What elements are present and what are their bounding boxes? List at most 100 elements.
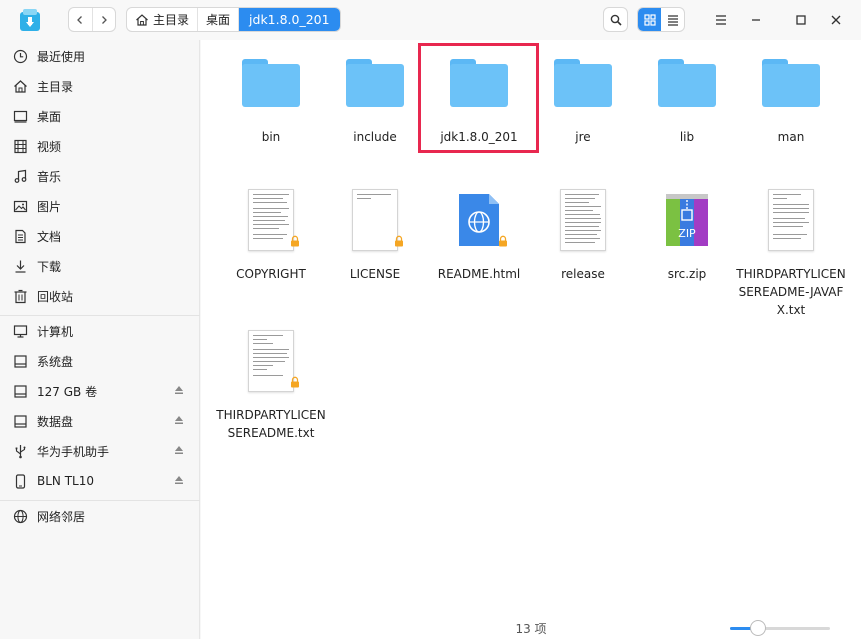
- sidebar-item-label: 主目录: [37, 79, 74, 94]
- file-name: bin: [261, 130, 281, 144]
- music-icon: [12, 168, 28, 184]
- folder-icon: [632, 48, 742, 118]
- search-button[interactable]: [603, 7, 628, 32]
- sidebar-item-label: 音乐: [37, 169, 62, 184]
- eject-icon[interactable]: [174, 385, 184, 395]
- lock-icon: [291, 376, 299, 388]
- html-document-icon: [424, 185, 534, 255]
- sidebar-item-label: 视频: [37, 139, 62, 154]
- disk-icon: [12, 353, 28, 369]
- disk-icon: [12, 383, 28, 399]
- computer-icon: [12, 323, 28, 339]
- sidebar-item-trash[interactable]: 回收站: [0, 281, 200, 311]
- home-icon: [12, 78, 28, 94]
- sidebar-item-recent[interactable]: 最近使用: [0, 41, 200, 71]
- sidebar-item-downloads[interactable]: 下载: [0, 251, 200, 281]
- folder-icon: [736, 48, 846, 118]
- sidebar-item-bln-tl10[interactable]: BLN TL10: [0, 466, 200, 496]
- sidebar-item-music[interactable]: 音乐: [0, 161, 200, 191]
- list-view-button[interactable]: [661, 8, 684, 31]
- file-name: release: [561, 267, 605, 281]
- list-icon: [667, 14, 678, 26]
- text-document-icon: [320, 185, 430, 255]
- close-icon: [831, 15, 841, 25]
- lock-icon: [499, 235, 507, 247]
- sidebar-item-label: 图片: [37, 199, 62, 214]
- eject-icon[interactable]: [174, 415, 184, 425]
- video-icon: [12, 138, 28, 154]
- home-icon: [136, 13, 148, 26]
- sidebar-item-home[interactable]: 主目录: [0, 71, 200, 101]
- sidebar-item-label: 最近使用: [37, 49, 86, 64]
- file-name: LICENSE: [349, 267, 401, 281]
- sidebar-item-127gb-volume[interactable]: 127 GB 卷: [0, 376, 200, 406]
- chevron-left-icon: [77, 15, 83, 24]
- zoom-slider[interactable]: [730, 620, 830, 636]
- eject-icon[interactable]: [174, 475, 184, 485]
- svg-text:ZIP: ZIP: [678, 227, 696, 240]
- sidebar-item-network[interactable]: 网络邻居: [0, 501, 200, 531]
- minimize-icon: [752, 19, 760, 21]
- clock-icon: [12, 48, 28, 64]
- hamburger-menu-icon: [716, 15, 726, 25]
- sidebar-item-system-disk[interactable]: 系统盘: [0, 346, 200, 376]
- download-icon: [12, 258, 28, 274]
- maximize-button[interactable]: [789, 8, 813, 32]
- breadcrumb-desktop[interactable]: 桌面: [197, 8, 238, 31]
- file-name: lib: [679, 130, 695, 144]
- phone-icon: [12, 473, 28, 489]
- close-button[interactable]: [824, 8, 848, 32]
- text-document-icon: [216, 185, 326, 255]
- file-name: include: [353, 130, 397, 144]
- sidebar-item-label: BLN TL10: [37, 474, 94, 488]
- sidebar-item-label: 桌面: [37, 109, 62, 124]
- minimize-button[interactable]: [744, 8, 768, 32]
- sidebar-item-label: 网络邻居: [37, 509, 86, 524]
- breadcrumb-label: jdk1.8.0_201: [249, 12, 330, 27]
- sidebar-item-label: 127 GB 卷: [37, 384, 98, 399]
- breadcrumb: 主目录 桌面 jdk1.8.0_201: [126, 7, 341, 32]
- file-name: THIRDPARTYLICENSEREADME-JAVAFX.txt: [736, 267, 846, 317]
- folder-icon: [320, 48, 430, 118]
- icon-view-button[interactable]: [638, 8, 661, 31]
- text-document-icon: [528, 185, 638, 255]
- sidebar-item-label: 回收站: [37, 289, 74, 304]
- lock-icon: [395, 235, 403, 247]
- document-icon: [12, 228, 28, 244]
- search-icon: [610, 14, 622, 26]
- picture-icon: [12, 198, 28, 214]
- sidebar-item-computer[interactable]: 计算机: [0, 316, 200, 346]
- sidebar-item-documents[interactable]: 文档: [0, 221, 200, 251]
- eject-icon[interactable]: [174, 445, 184, 455]
- text-document-icon: [216, 326, 326, 396]
- file-name: README.html: [437, 267, 521, 281]
- sidebar: 最近使用 主目录 桌面 视频 音乐 图片 文档 下载 回收站 计算机 系统盘 1…: [0, 40, 200, 639]
- forward-button[interactable]: [91, 8, 116, 31]
- file-name: man: [777, 130, 805, 144]
- folder-icon: [216, 48, 326, 118]
- sidebar-item-label: 华为手机助手: [37, 444, 110, 459]
- sidebar-item-huawei-assistant[interactable]: 华为手机助手: [0, 436, 200, 466]
- file-name: THIRDPARTYLICENSEREADME.txt: [216, 408, 326, 440]
- breadcrumb-label: 桌面: [206, 13, 231, 27]
- sidebar-item-pictures[interactable]: 图片: [0, 191, 200, 221]
- sidebar-item-label: 系统盘: [37, 354, 74, 369]
- network-icon: [12, 508, 28, 524]
- file-manager-app-icon: [20, 9, 40, 31]
- maximize-icon: [796, 15, 806, 25]
- usb-icon: [12, 443, 28, 459]
- disk-icon: [12, 413, 28, 429]
- navigation-buttons: [68, 7, 116, 32]
- back-button[interactable]: [69, 8, 92, 31]
- sidebar-item-videos[interactable]: 视频: [0, 131, 200, 161]
- view-mode-toggle: [637, 7, 685, 32]
- sidebar-item-label: 计算机: [37, 324, 74, 339]
- sidebar-item-data-disk[interactable]: 数据盘: [0, 406, 200, 436]
- zoom-slider-thumb[interactable]: [750, 620, 766, 636]
- chevron-right-icon: [101, 15, 107, 24]
- breadcrumb-current[interactable]: jdk1.8.0_201: [238, 8, 340, 31]
- sidebar-item-desktop[interactable]: 桌面: [0, 101, 200, 131]
- sidebar-item-label: 下载: [37, 259, 62, 274]
- menu-button[interactable]: [709, 8, 733, 32]
- breadcrumb-home[interactable]: 主目录: [127, 8, 197, 31]
